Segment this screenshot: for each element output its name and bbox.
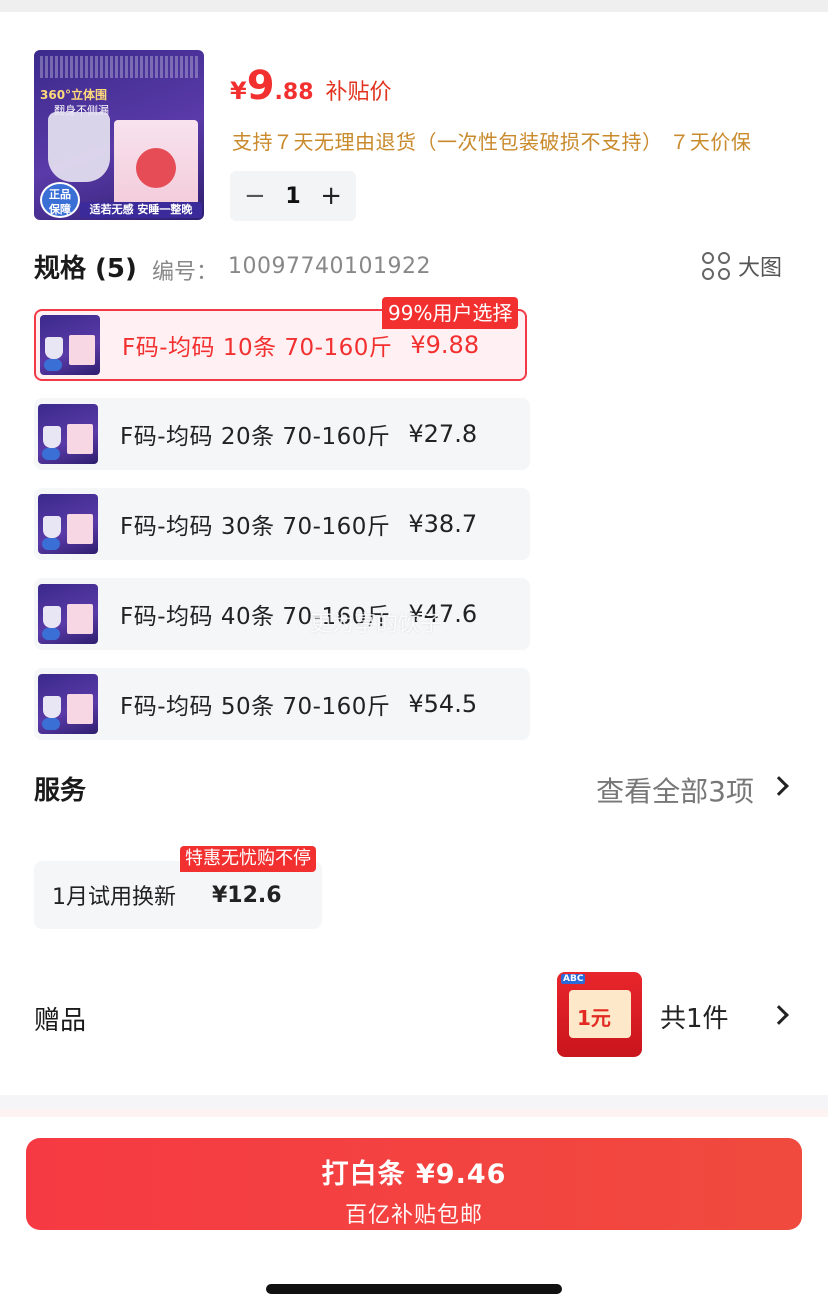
price-integer: 9 bbox=[246, 63, 275, 109]
spec-option-label: F码-均码 10条 70-160斤 bbox=[122, 335, 393, 361]
spec-option-price: ¥27.8 bbox=[408, 420, 478, 448]
price-currency: ¥ bbox=[230, 77, 247, 105]
spec-option-thumbnail bbox=[38, 584, 98, 644]
gifts-title: 赠品 bbox=[34, 1006, 87, 1036]
spec-option-label: F码-均码 50条 70-160斤 bbox=[120, 694, 391, 720]
price-decimal: .88 bbox=[274, 80, 314, 105]
spec-option-thumbnail bbox=[38, 494, 98, 554]
service-item-price: ¥12.6 bbox=[212, 882, 282, 908]
quantity-minus-button[interactable]: − bbox=[244, 183, 266, 209]
gift-image[interactable]: ABC 1元 bbox=[557, 972, 642, 1057]
spec-option-price: ¥47.6 bbox=[408, 600, 478, 628]
buy-button-label: 打白条 ¥9.46 bbox=[321, 1159, 507, 1190]
spec-option-label: F码-均码 30条 70-160斤 bbox=[120, 514, 391, 540]
spec-option-thumbnail bbox=[38, 404, 98, 464]
price-tag: 补贴价 bbox=[325, 80, 392, 105]
authentic-badge: 正品 保障 bbox=[40, 182, 80, 218]
divider bbox=[0, 1109, 828, 1117]
home-indicator[interactable] bbox=[266, 1284, 562, 1294]
product-image-fineprint bbox=[40, 56, 200, 78]
spec-option-price: ¥54.5 bbox=[408, 690, 478, 718]
product-image-pack bbox=[114, 120, 198, 215]
spec-option-label: F码-均码 40条 70-160斤 bbox=[120, 604, 391, 630]
chevron-right-icon[interactable] bbox=[769, 776, 789, 796]
return-policy[interactable]: 支持７天无理由退货（一次性包装破损不支持） ７天价保 bbox=[232, 126, 751, 155]
spec-code-value: 10097740101922 bbox=[228, 254, 431, 279]
product-image-header: 360°立体围 bbox=[40, 88, 108, 102]
product-image-pants bbox=[48, 112, 110, 182]
gift-image-brand: ABC bbox=[561, 974, 586, 984]
spec-option[interactable]: F码-均码 30条 70-160斤 ¥38.7 bbox=[34, 488, 530, 560]
popular-choice-tag: 99%用户选择 bbox=[382, 297, 519, 329]
top-strip bbox=[0, 0, 828, 12]
gift-count[interactable]: 共1件 bbox=[660, 998, 729, 1035]
spec-option-thumbnail bbox=[38, 674, 98, 734]
spec-option[interactable]: F码-均码 20条 70-160斤 ¥27.8 bbox=[34, 398, 530, 470]
product-image-slogan: 适若无感 安睡一整晚 bbox=[80, 202, 202, 218]
quantity-plus-button[interactable]: + bbox=[320, 183, 342, 209]
big-view-button[interactable]: 大图 bbox=[701, 250, 782, 282]
services-title: 服务 bbox=[34, 776, 87, 806]
quantity-value[interactable]: 1 bbox=[285, 184, 300, 209]
big-view-label: 大图 bbox=[737, 256, 782, 281]
quantity-stepper: − 1 + bbox=[230, 171, 356, 221]
chevron-right-icon[interactable] bbox=[769, 1005, 789, 1025]
service-item-name: 1月试用换新 bbox=[52, 885, 176, 910]
product-price: ¥ 9 .88 补贴价 bbox=[230, 66, 392, 106]
spec-option-price: ¥38.7 bbox=[408, 510, 478, 538]
grid-icon bbox=[701, 252, 730, 280]
spec-option[interactable]: F码-均码 50条 70-160斤 ¥54.5 bbox=[34, 668, 530, 740]
divider bbox=[0, 1095, 828, 1109]
spec-option-label: F码-均码 20条 70-160斤 bbox=[120, 424, 391, 450]
service-promo-tag: 特惠无忧购不停 bbox=[180, 846, 316, 872]
buy-button[interactable]: 打白条 ¥9.46 百亿补贴包邮 bbox=[26, 1138, 802, 1230]
buy-button-sublabel: 百亿补贴包邮 bbox=[344, 1203, 483, 1228]
spec-title: 规格 (5) bbox=[34, 254, 137, 284]
spec-option-thumbnail bbox=[40, 315, 100, 375]
product-image[interactable]: 360°立体围 翻身不侧漏 正品 保障 适若无感 安睡一整晚 bbox=[34, 50, 204, 220]
gift-image-text: 1元 bbox=[577, 1006, 611, 1030]
spec-option[interactable]: F码-均码 40条 70-160斤 ¥47.6 bbox=[34, 578, 530, 650]
spec-option-price: ¥9.88 bbox=[410, 331, 480, 359]
services-view-all[interactable]: 查看全部3项 bbox=[596, 770, 754, 810]
spec-code-label: 编号： bbox=[152, 260, 219, 285]
